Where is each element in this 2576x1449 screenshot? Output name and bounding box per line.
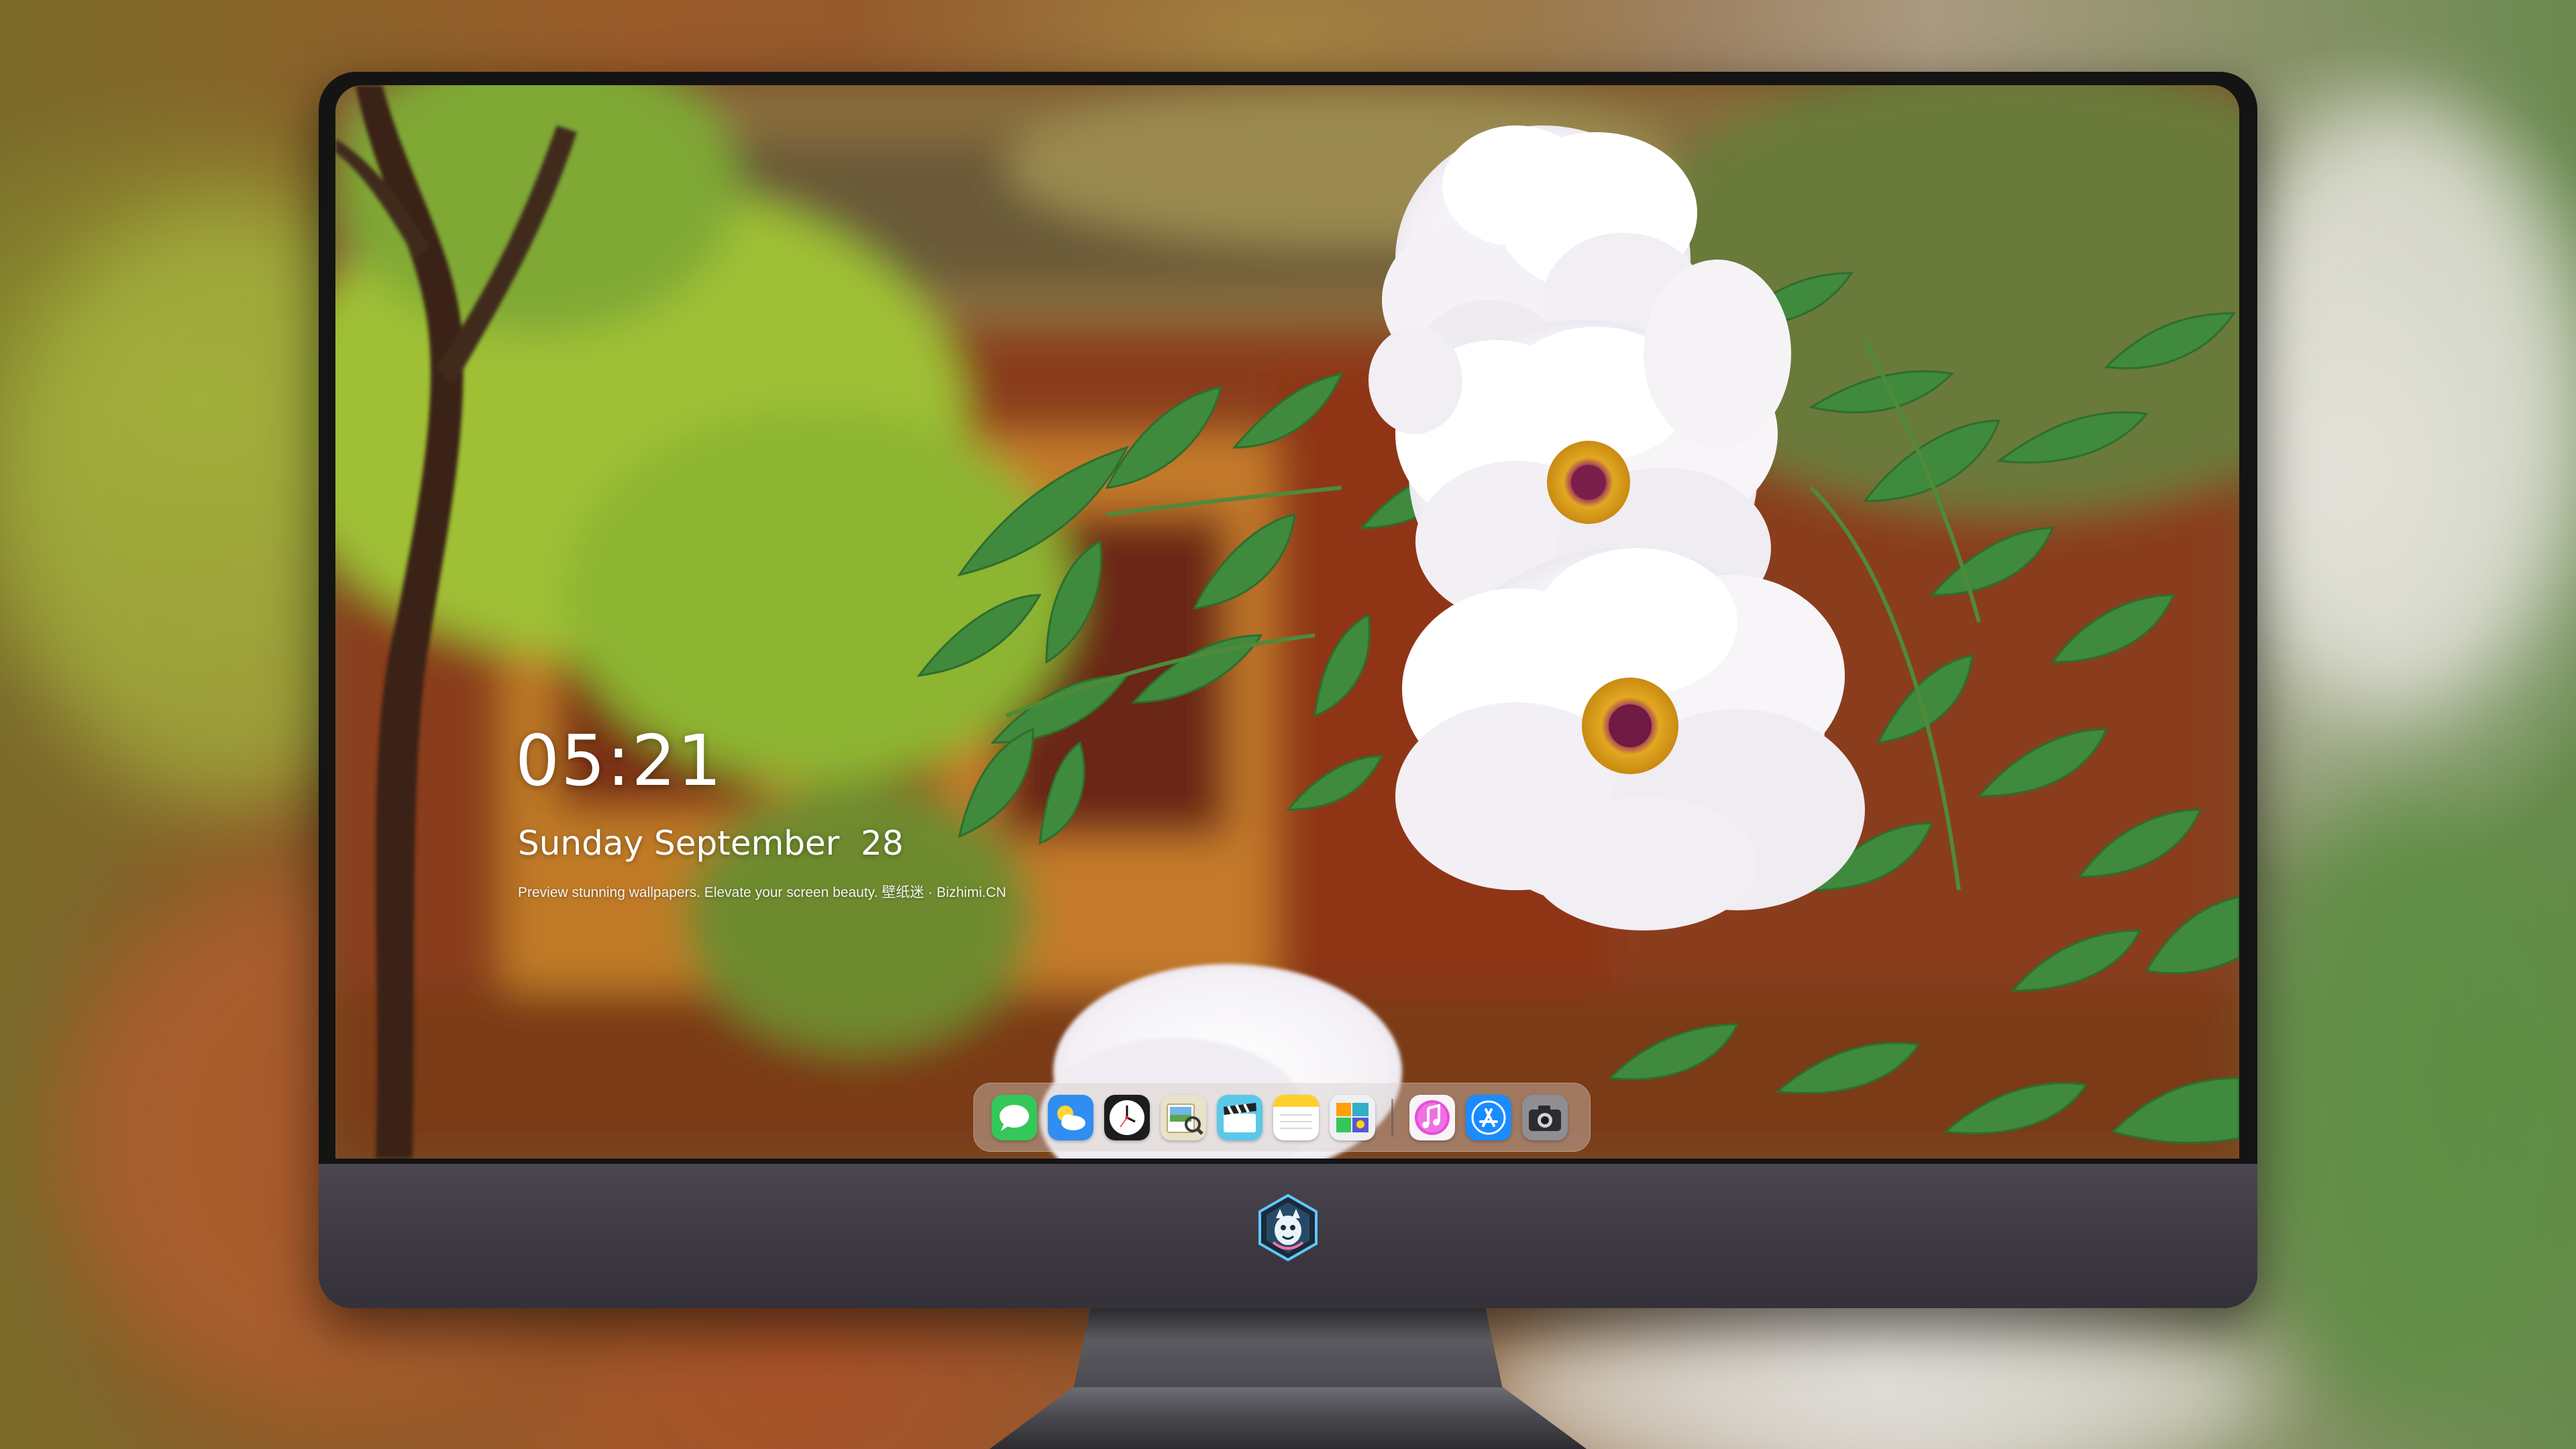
clock-icon[interactable] (1104, 1094, 1150, 1140)
app-store-icon[interactable] (1466, 1094, 1511, 1140)
monitor-stand-base (989, 1387, 1587, 1449)
photo-editor-icon[interactable] (1330, 1094, 1375, 1140)
wallpaper-tagline: Preview stunning wallpapers. Elevate you… (518, 885, 1006, 900)
camera-icon[interactable] (1522, 1094, 1568, 1140)
weather-icon[interactable] (1048, 1094, 1093, 1140)
preview-icon[interactable] (1161, 1094, 1206, 1140)
dragon-mascot-logo (1254, 1193, 1322, 1262)
notes-icon[interactable] (1273, 1094, 1319, 1140)
lock-screen-time: 05:21 (515, 720, 723, 802)
messages-icon[interactable] (991, 1094, 1037, 1140)
lock-screen-date: Sunday September 28 (518, 824, 904, 863)
monitor-stand-neck (1073, 1308, 1503, 1389)
wallpaper (335, 85, 2239, 1159)
monitor-chin (319, 1164, 2257, 1308)
itunes-icon[interactable] (1409, 1094, 1455, 1140)
claquette-icon[interactable] (1217, 1094, 1263, 1140)
screen: 05:21 Sunday September 28 Preview stunni… (335, 85, 2239, 1159)
dock (973, 1083, 1591, 1152)
dock-divider (1391, 1098, 1393, 1136)
monitor: 05:21 Sunday September 28 Preview stunni… (319, 72, 2257, 1308)
